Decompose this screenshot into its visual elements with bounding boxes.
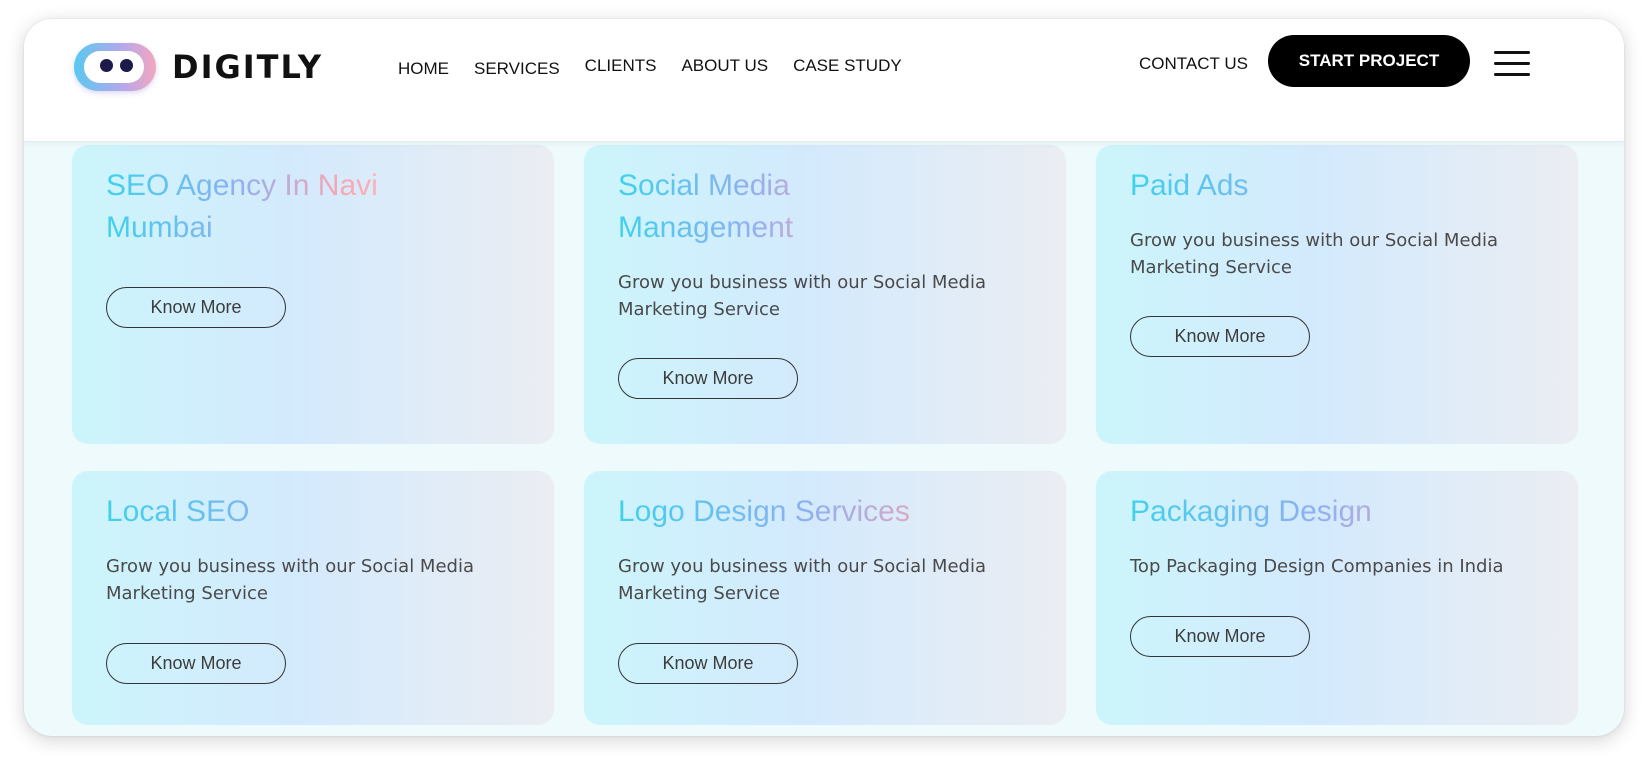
brand-name: DIGITLY bbox=[172, 48, 324, 86]
nav-item-services[interactable]: SERVICES bbox=[474, 59, 560, 79]
service-card-paid-ads: Paid Ads Grow you business with our Soci… bbox=[1096, 145, 1578, 444]
card-title: Paid Ads bbox=[1130, 165, 1550, 207]
nav-item-case-study[interactable]: CASE STUDY bbox=[793, 56, 902, 79]
nav-item-clients[interactable]: CLIENTS bbox=[585, 56, 657, 79]
card-title: Logo Design Services bbox=[618, 491, 1038, 533]
know-more-button[interactable]: Know More bbox=[106, 287, 286, 328]
card-title: Packaging Design bbox=[1130, 491, 1550, 533]
know-more-button[interactable]: Know More bbox=[106, 643, 286, 684]
card-title: Local SEO bbox=[106, 491, 526, 533]
nav-item-about-us[interactable]: ABOUT US bbox=[681, 56, 768, 79]
service-card-local-seo: Local SEO Grow you business with our Soc… bbox=[72, 471, 554, 725]
main-nav: HOME SERVICES CLIENTS ABOUT US CASE STUD… bbox=[398, 56, 927, 79]
know-more-button[interactable]: Know More bbox=[1130, 316, 1310, 357]
card-title: Social Media Management bbox=[618, 165, 908, 249]
service-card-logo-design: Logo Design Services Grow you business w… bbox=[584, 471, 1066, 725]
start-project-button[interactable]: START PROJECT bbox=[1268, 35, 1470, 87]
hamburger-menu-icon[interactable] bbox=[1494, 51, 1530, 77]
card-description: Top Packaging Design Companies in India bbox=[1130, 556, 1504, 577]
browser-viewport: DIGITLY HOME SERVICES CLIENTS ABOUT US C… bbox=[24, 19, 1624, 736]
service-card-social-media: Social Media Management Grow you busines… bbox=[584, 145, 1066, 444]
nav-item-home[interactable]: HOME bbox=[398, 59, 449, 79]
robot-face-icon bbox=[74, 43, 156, 91]
card-title: SEO Agency In Navi Mumbai bbox=[106, 165, 396, 249]
service-card-seo-agency: SEO Agency In Navi Mumbai Know More bbox=[72, 145, 554, 444]
know-more-button[interactable]: Know More bbox=[618, 358, 798, 399]
card-description: Grow you business with our Social Media … bbox=[618, 272, 986, 320]
card-description: Grow you business with our Social Media … bbox=[1130, 230, 1498, 278]
brand-logo[interactable]: DIGITLY bbox=[74, 43, 323, 91]
know-more-button[interactable]: Know More bbox=[618, 643, 798, 684]
nav-item-contact-us[interactable]: CONTACT US bbox=[1139, 54, 1248, 74]
know-more-button[interactable]: Know More bbox=[1130, 616, 1310, 657]
card-description: Grow you business with our Social Media … bbox=[618, 556, 986, 604]
service-card-packaging-design: Packaging Design Top Packaging Design Co… bbox=[1096, 471, 1578, 725]
card-description: Grow you business with our Social Media … bbox=[106, 556, 474, 604]
site-header: DIGITLY HOME SERVICES CLIENTS ABOUT US C… bbox=[24, 19, 1624, 142]
